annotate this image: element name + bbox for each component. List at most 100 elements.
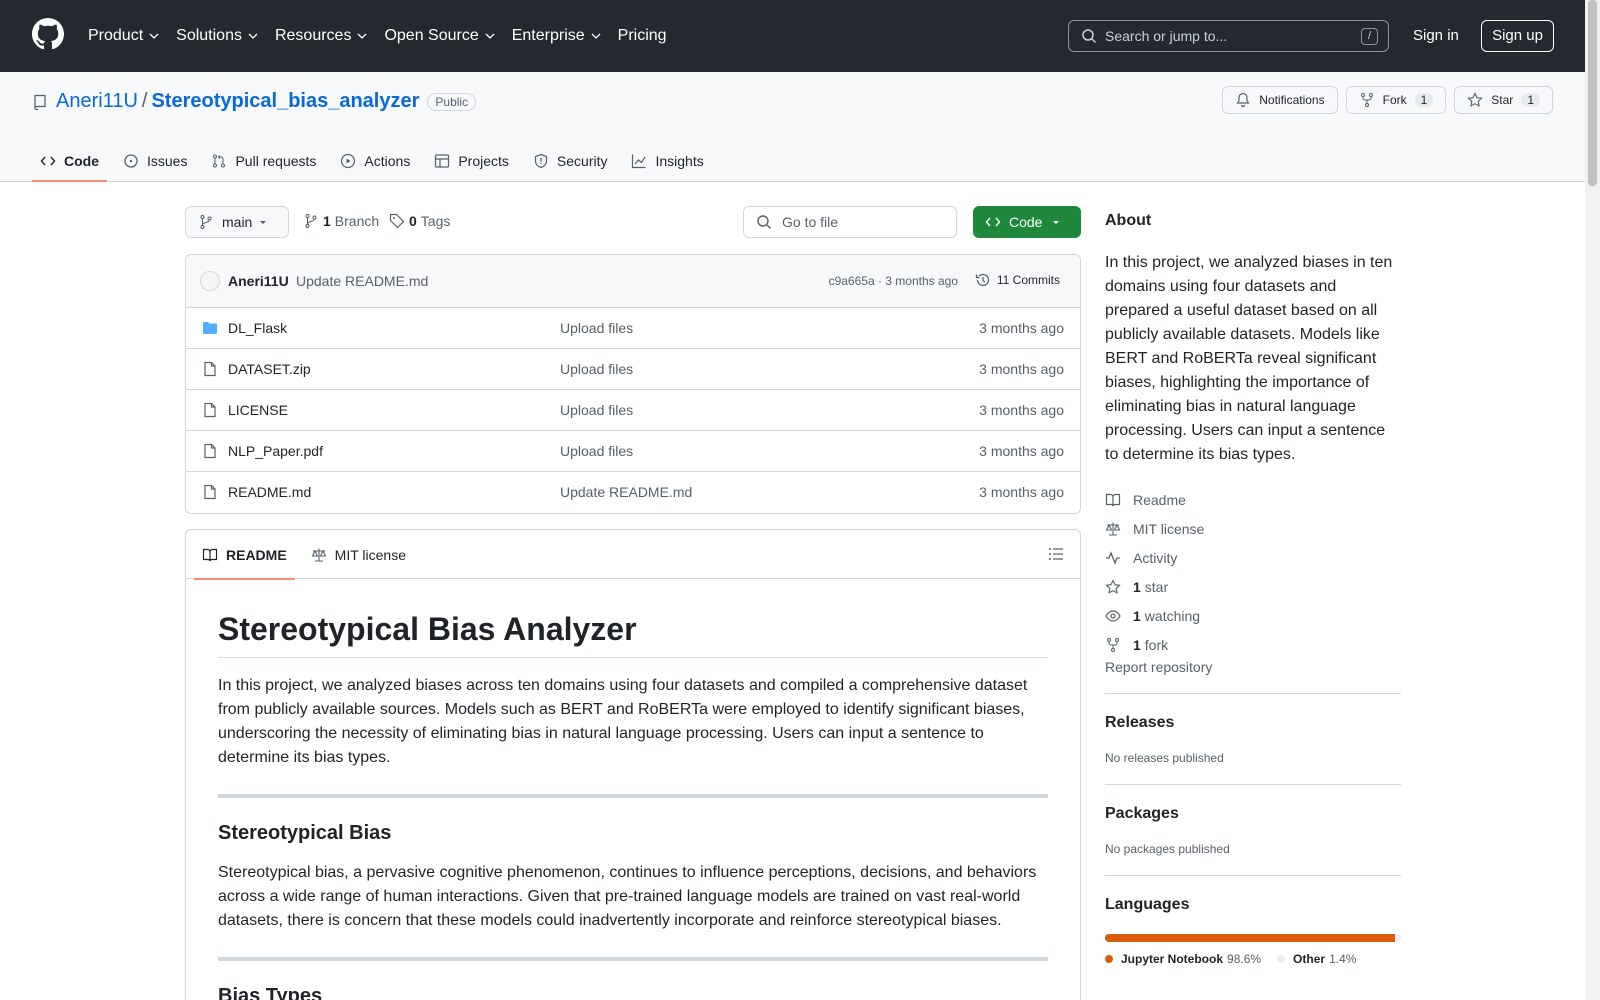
fork-label: Fork	[1382, 93, 1407, 107]
releases-empty-text: No releases published	[1105, 751, 1224, 765]
page-scrollbar[interactable]	[1585, 0, 1600, 1000]
file-row[interactable]: LICENSE Upload files 3 months ago	[186, 390, 1080, 431]
language-percent: 1.4%	[1329, 952, 1357, 966]
file-name-link[interactable]: README.md	[228, 484, 311, 500]
fork-icon	[1107, 637, 1119, 652]
license-link[interactable]: MIT license	[1105, 514, 1401, 543]
nav-open-source[interactable]: Open Source	[384, 27, 495, 45]
watchers-link[interactable]: 1 watching	[1105, 601, 1401, 630]
tab-license[interactable]: MIT license	[303, 530, 414, 579]
nav-solutions[interactable]: Solutions	[176, 27, 258, 45]
languages-bar	[1105, 934, 1401, 942]
commit-message-link[interactable]: Update README.md	[296, 273, 428, 289]
releases-title[interactable]: Releases	[1105, 714, 1401, 732]
go-to-file-input[interactable]: Go to file	[743, 206, 957, 238]
language-bar-segment	[1105, 934, 1395, 942]
stars-link[interactable]: 1 star	[1105, 572, 1401, 601]
readme-intro: In this project, we analyzed biases acro…	[218, 677, 1028, 766]
file-commit-time: 3 months ago	[979, 320, 1064, 336]
file-row[interactable]: DATASET.zip Upload files 3 months ago	[186, 349, 1080, 390]
file-list: Aneri11U Update README.md c9a665a · 3 mo…	[185, 254, 1081, 514]
tab-projects[interactable]: Projects	[426, 140, 517, 182]
nav-resources[interactable]: Resources	[275, 27, 367, 45]
commits-history-link[interactable]: 11 Commits	[975, 272, 1060, 288]
play-icon	[341, 153, 356, 169]
nav-resources-label: Resources	[274, 27, 352, 44]
repo-actions: Notifications Fork 1 Star 1	[1214, 86, 1553, 114]
table-icon	[435, 154, 450, 168]
shield-icon	[534, 153, 548, 169]
github-logo-icon[interactable]	[32, 18, 64, 50]
code-dropdown-button[interactable]: Code	[973, 206, 1081, 238]
branches-count: 1	[323, 213, 331, 229]
chevron-down-icon	[357, 33, 367, 39]
branch-icon	[305, 214, 317, 228]
folder-icon	[203, 322, 217, 334]
nav-pricing[interactable]: Pricing	[618, 27, 667, 45]
avatar[interactable]	[200, 271, 220, 291]
code-icon	[40, 156, 56, 166]
packages-title[interactable]: Packages	[1105, 805, 1401, 823]
chevron-down-icon	[485, 33, 495, 39]
tab-readme[interactable]: README	[194, 530, 295, 580]
nav-product[interactable]: Product	[88, 27, 159, 45]
branches-link[interactable]: 1 Branch	[303, 213, 379, 229]
language-item-jupyter[interactable]: Jupyter Notebook 98.6%	[1105, 952, 1261, 966]
chevron-down-icon	[591, 33, 601, 39]
file-name-link[interactable]: LICENSE	[228, 402, 288, 418]
global-search-input[interactable]: Search or jump to... /	[1068, 20, 1389, 52]
file-commit-message[interactable]: Upload files	[560, 402, 633, 418]
nav-enterprise[interactable]: Enterprise	[512, 27, 601, 45]
repo-icon	[34, 94, 46, 110]
watching-label: watching	[1144, 607, 1201, 624]
fork-button[interactable]: Fork 1	[1345, 86, 1447, 114]
repo-name-link[interactable]: Stereotypical_bias_analyzer	[151, 90, 419, 113]
file-commit-message[interactable]: Upload files	[560, 361, 633, 377]
file-row[interactable]: README.md Update README.md 3 months ago	[186, 472, 1080, 513]
file-commit-message[interactable]: Upload files	[560, 320, 633, 336]
file-name-link[interactable]: DL_Flask	[228, 320, 287, 336]
readme-paragraph: Stereotypical bias, a pervasive cognitiv…	[218, 864, 1037, 929]
commit-hash-time[interactable]: c9a665a · 3 months ago	[829, 274, 958, 288]
sign-in-link[interactable]: Sign in	[1413, 27, 1459, 44]
language-name: Other	[1293, 952, 1326, 966]
caret-down-icon	[260, 221, 266, 224]
activity-link[interactable]: Activity	[1105, 543, 1401, 572]
file-row[interactable]: NLP_Paper.pdf Upload files 3 months ago	[186, 431, 1080, 472]
tab-issues[interactable]: Issues	[115, 140, 195, 182]
tab-pull-requests[interactable]: Pull requests	[203, 140, 324, 182]
readme-link-label: Readme	[1133, 491, 1186, 508]
file-commit-message[interactable]: Update README.md	[560, 484, 692, 500]
notifications-button[interactable]: Notifications	[1222, 86, 1338, 114]
file-name-link[interactable]: DATASET.zip	[228, 361, 311, 377]
file-commit-message[interactable]: Upload files	[560, 443, 633, 459]
scrollbar-thumb[interactable]	[1588, 0, 1597, 186]
list-outline-icon[interactable]	[1048, 546, 1064, 562]
go-to-file-placeholder: Go to file	[782, 214, 839, 230]
file-commit-time: 3 months ago	[979, 361, 1064, 377]
tab-security[interactable]: Security	[525, 140, 616, 182]
forks-link[interactable]: 1 fork	[1105, 630, 1401, 659]
file-row[interactable]: DL_Flask Upload files 3 months ago	[186, 308, 1080, 349]
report-repository-link[interactable]: Report repository	[1105, 659, 1212, 675]
repo-owner-link[interactable]: Aneri11U	[56, 90, 138, 113]
star-count: 1	[1521, 93, 1540, 107]
tab-actions[interactable]: Actions	[332, 140, 418, 182]
tab-insights[interactable]: Insights	[623, 140, 711, 182]
chevron-down-icon	[248, 33, 258, 39]
commit-author-link[interactable]: Aneri11U	[228, 273, 289, 289]
book-icon	[1105, 493, 1121, 506]
tags-link[interactable]: 0 Tags	[389, 213, 450, 229]
about-links: Readme MIT license Activity 1 star 1 watch…	[1105, 485, 1401, 659]
readme-link[interactable]: Readme	[1105, 485, 1401, 514]
sign-up-button[interactable]: Sign up	[1481, 20, 1554, 52]
divider	[218, 957, 1048, 961]
file-name-link[interactable]: NLP_Paper.pdf	[228, 443, 323, 459]
chevron-down-icon	[149, 33, 159, 39]
tab-code[interactable]: Code	[32, 140, 107, 182]
nav-enterprise-label: Enterprise	[511, 27, 585, 44]
star-button[interactable]: Star 1	[1454, 86, 1553, 114]
file-commit-time: 3 months ago	[979, 484, 1064, 500]
file-icon	[204, 484, 216, 500]
branch-select-button[interactable]: main	[185, 206, 289, 238]
